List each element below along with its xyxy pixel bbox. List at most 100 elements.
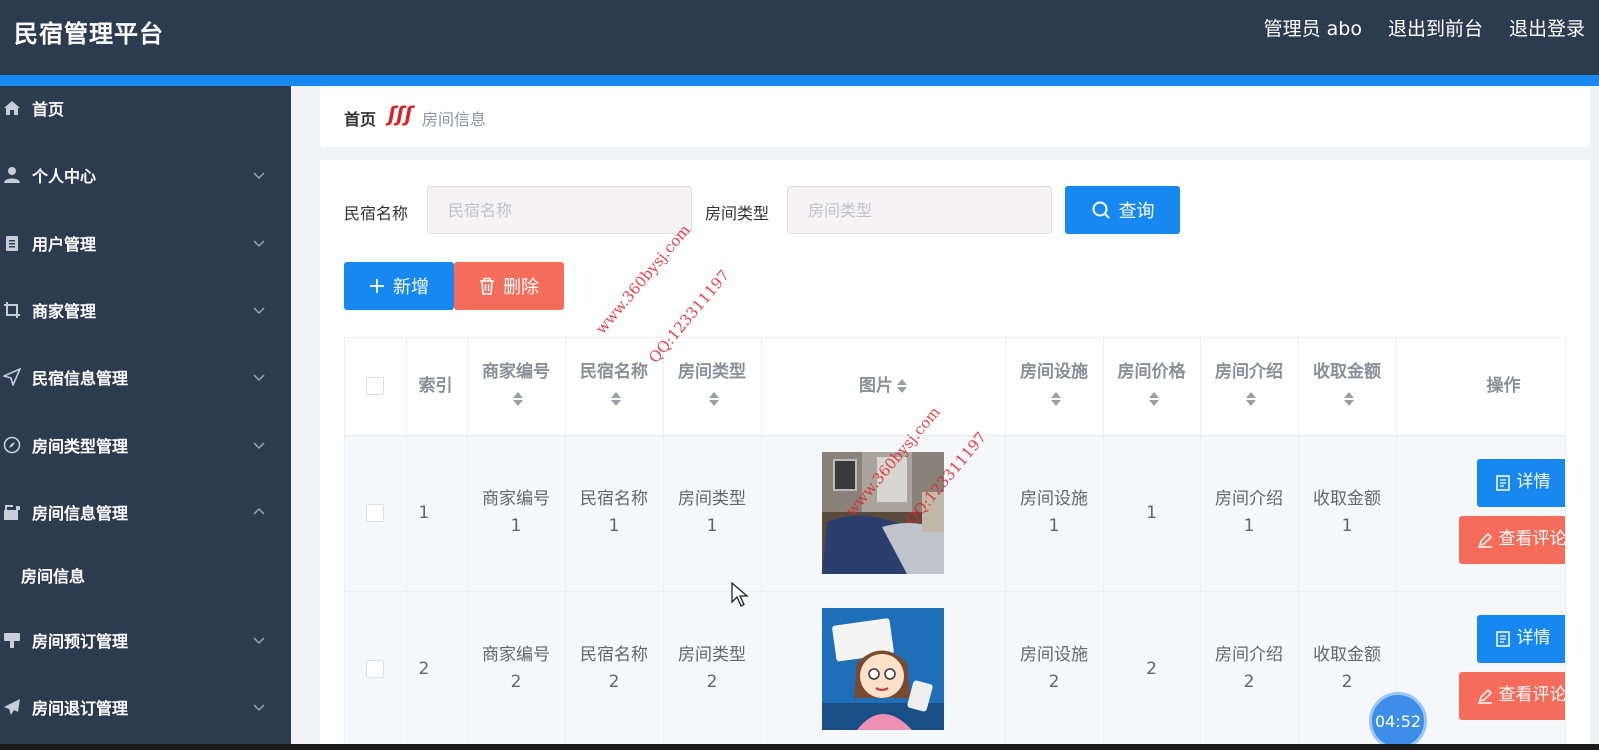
add-button[interactable]: 新增 [344,262,454,310]
column-header-merchant-no[interactable]: 商家编号 [467,338,566,436]
search-icon [1092,201,1110,219]
detail-button-label: 详情 [1516,472,1551,492]
header-actions: 管理员 abo 退出到前台 退出登录 [1264,14,1585,41]
sidebar-item-merchant-management[interactable]: 商家管理 [0,288,291,332]
clipboard-icon [3,234,21,252]
delete-button-label: 删除 [503,277,539,298]
chevron-down-icon [253,442,265,450]
chevron-down-icon [253,307,265,315]
cell-homestay-name: 民宿名称1 [565,435,664,592]
detail-button[interactable]: 详情 [1476,458,1565,507]
sidebar-item-room-info-management[interactable]: 房间信息管理 [0,490,291,534]
sidebar-item-label: 用户管理 [32,235,97,254]
sidebar-item-room-cancel-management[interactable]: 房间退订管理 [0,685,291,729]
sidebar-item-label: 房间类型管理 [32,437,129,456]
sidebar-item-room-booking-management[interactable]: 房间预订管理 [0,618,291,662]
view-review-button-label: 查看评论 [1498,529,1566,549]
document-icon [1495,630,1510,647]
camera-icon [3,503,21,521]
plane-icon [3,698,21,716]
cell-facilities: 房间设施1 [1005,435,1104,592]
edit-icon [1477,532,1492,548]
sidebar-item-label: 商家管理 [32,302,97,321]
sidebar-item-user-management[interactable]: 用户管理 [0,221,291,265]
home-icon [3,99,21,117]
sidebar-item-home[interactable]: 首页 [0,86,291,130]
view-review-button[interactable]: 查看评论 [1458,515,1566,564]
exit-to-frontend-link[interactable]: 退出到前台 [1388,14,1483,41]
row-select-cell [345,435,407,592]
column-header-label: 房间介绍 [1215,362,1283,383]
cell-room-type: 房间类型2 [663,591,762,748]
document-icon [1495,474,1510,491]
query-button[interactable]: 查询 [1065,186,1180,234]
logout-link[interactable]: 退出登录 [1509,14,1585,41]
column-header-amount[interactable]: 收取金额 [1298,338,1397,436]
cell-image [761,591,1006,748]
sidebar-item-personal-center[interactable]: 个人中心 [0,153,291,197]
cell-merchant-no: 商家编号1 [467,435,566,592]
sort-icon[interactable] [1246,391,1256,407]
cell-intro: 房间介绍2 [1200,591,1299,748]
sort-icon[interactable] [611,391,621,407]
sort-icon[interactable] [1148,391,1159,407]
row-checkbox[interactable] [366,503,385,522]
room-table: 索引 商家编号 民宿名称 房间类型 图片 房间设施 房间价格 房间介绍 收取金额… [344,337,1566,750]
homestay-name-input[interactable] [427,186,692,234]
row-select-cell [345,591,407,748]
sidebar-item-label: 房间退订管理 [32,699,129,718]
query-button-label: 查询 [1118,201,1155,222]
column-header-index: 索引 [406,338,468,436]
column-header-facilities[interactable]: 房间设施 [1005,338,1104,436]
cell-room-type: 房间类型1 [663,435,762,592]
sort-icon[interactable] [513,391,523,407]
sidebar-subitem-label: 房间信息 [21,567,86,586]
room-type-input[interactable] [787,186,1052,234]
breadcrumb-separator-icon: ʃʃʃ [388,102,413,126]
view-review-button[interactable]: 查看评论 [1458,671,1566,720]
sort-icon[interactable] [709,391,719,407]
top-header: 民宿管理平台 管理员 abo 退出到前台 退出登录 [0,0,1599,75]
trash-icon [480,277,494,295]
cell-facilities: 房间设施2 [1005,591,1104,748]
delete-button[interactable]: 删除 [454,262,564,310]
room-photo[interactable] [822,608,944,730]
recording-timer[interactable]: 04:52 [1369,692,1427,750]
sort-icon[interactable] [1344,391,1354,407]
column-header-image[interactable]: 图片 [761,338,1006,436]
app-title: 民宿管理平台 [14,20,164,48]
column-header-label: 房间类型 [678,362,746,383]
room-type-label: 房间类型 [705,204,770,223]
cell-index: 2 [406,591,468,748]
column-header-price[interactable]: 房间价格 [1103,338,1201,436]
sidebar-item-label: 房间预订管理 [32,632,129,651]
sidebar-item-homestay-management[interactable]: 民宿信息管理 [0,355,291,399]
column-header-label: 收取金额 [1313,362,1381,383]
chevron-down-icon [253,704,265,712]
select-all-checkbox[interactable] [366,376,385,395]
cell-actions: 详情 查看评论 [1396,435,1566,592]
header-accent-bar [0,75,1599,86]
stamp-icon [3,631,21,649]
sort-icon[interactable] [1051,391,1061,407]
column-header-room-type[interactable]: 房间类型 [663,338,762,436]
cell-price: 2 [1103,591,1201,748]
sidebar-item-label: 民宿信息管理 [32,369,129,388]
chevron-down-icon [253,172,265,180]
detail-button[interactable]: 详情 [1476,614,1565,663]
column-header-label: 商家编号 [482,362,550,383]
sidebar-subitem-room-info[interactable]: 房间信息 [0,553,291,597]
chevron-down-icon [253,240,265,248]
sidebar-item-room-type-management[interactable]: 房间类型管理 [0,423,291,467]
compass-icon [3,436,21,454]
breadcrumb-current: 房间信息 [422,110,487,129]
sort-icon[interactable] [897,378,907,394]
sidebar-item-label: 首页 [32,100,65,119]
cell-price: 1 [1103,435,1201,592]
breadcrumb-home[interactable]: 首页 [344,106,376,130]
column-header-intro[interactable]: 房间介绍 [1200,338,1299,436]
view-review-button-label: 查看评论 [1498,685,1566,705]
row-checkbox[interactable] [366,659,385,678]
plus-icon [370,279,384,293]
chevron-down-icon [253,374,265,382]
